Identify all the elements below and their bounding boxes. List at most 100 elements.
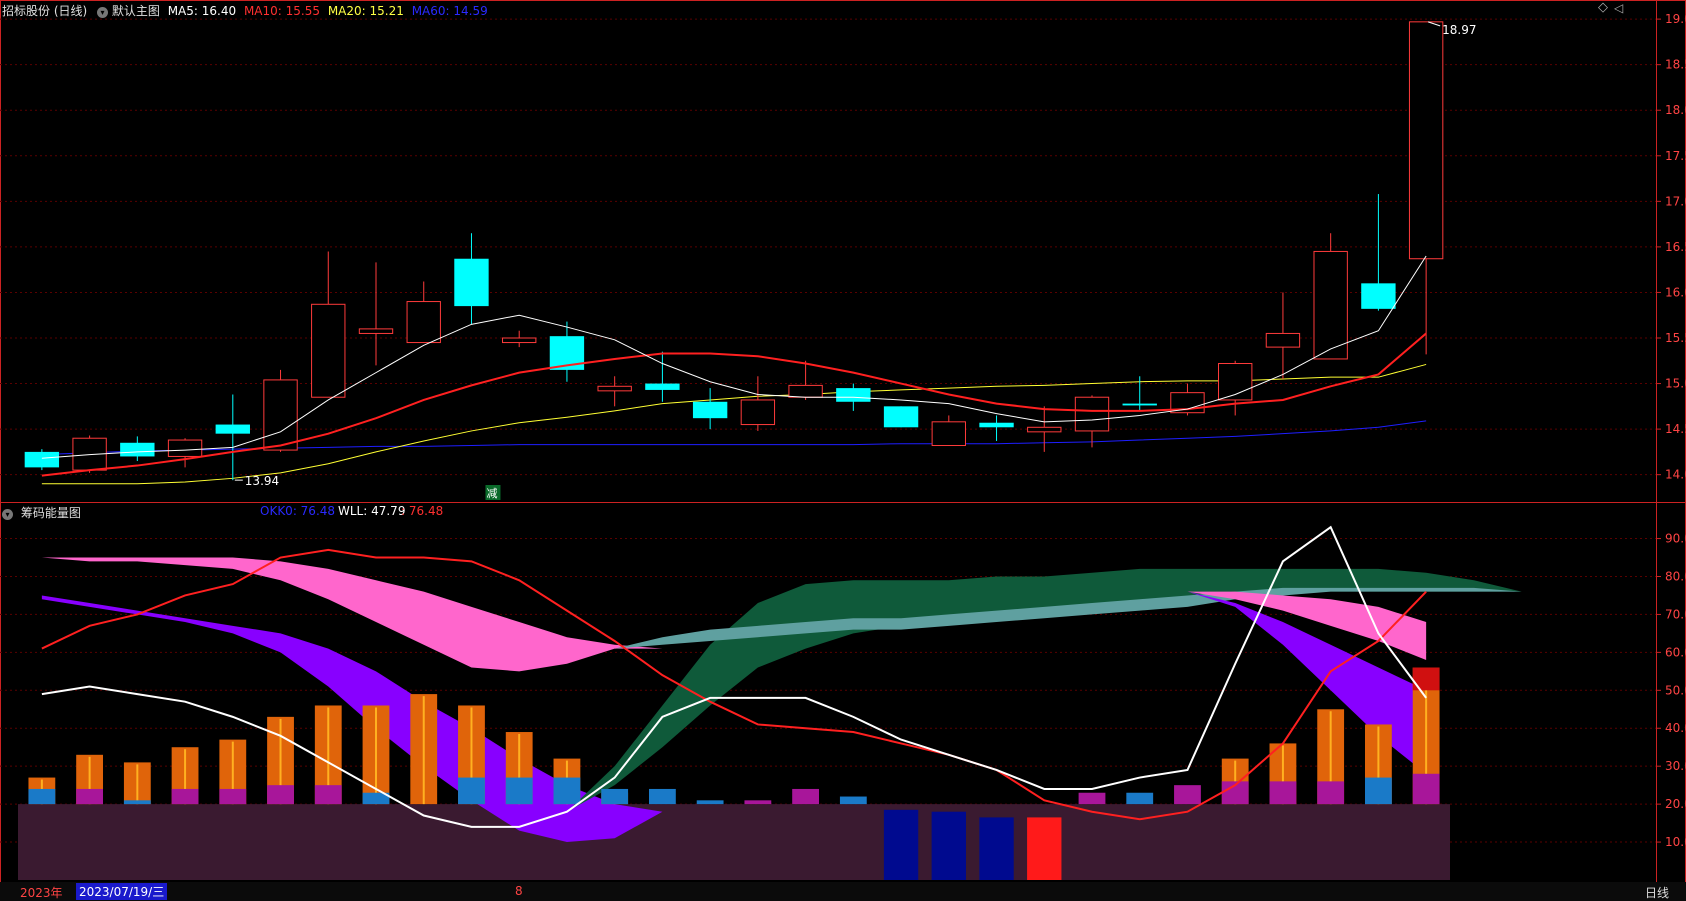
ma5-label: MA5: 16.40: [167, 4, 237, 18]
energy-bar-magenta: [314, 785, 342, 805]
candle-body: [1122, 403, 1157, 406]
energy-bar-magenta: [1412, 773, 1440, 805]
price-tick-label: 14.00: [1665, 468, 1686, 482]
indicator-tick-label: 10.00: [1665, 835, 1686, 849]
base-band: [18, 804, 1450, 880]
ma60-label: MA60: 14.59: [411, 4, 488, 18]
energy-bar-blue: [696, 800, 724, 805]
stock-chart[interactable]: 19.00 18.50 18.00 17.50 17.00 16.50 16.00 15.50…: [0, 0, 1686, 901]
energy-bar-blue: [1126, 792, 1154, 805]
indicator-tick-label: 30.00: [1665, 759, 1686, 773]
price-tick-label: 17.00: [1665, 194, 1686, 208]
candle-body: [1265, 332, 1301, 348]
energy-bar-blue: [648, 788, 676, 805]
energy-bar-deep: [931, 811, 966, 880]
indicator-tick-label: 20.00: [1665, 797, 1686, 811]
candle-body: [1074, 396, 1110, 432]
time-axis[interactable]: 2023年 2023/07/19/三 8 日线: [0, 882, 1686, 901]
candle-body: [1408, 21, 1444, 260]
wll-label: WLL: 47.79: [338, 504, 406, 518]
energy-bar-deep: [979, 817, 1014, 880]
chevron-down-icon[interactable]: ▾: [2, 509, 13, 520]
energy-bar-blue: [123, 800, 151, 805]
candle-body: [311, 303, 346, 398]
energy-bar-magenta: [1174, 785, 1201, 805]
energy-bar-blue: [28, 788, 56, 805]
price-tick-label: 14.50: [1665, 422, 1686, 436]
candle-body: [502, 337, 537, 344]
candle-body: [1027, 426, 1062, 433]
indicator-tick-label: 80.00: [1665, 569, 1686, 583]
candle-body: [931, 421, 966, 447]
energy-bar-deep: [883, 809, 919, 880]
price-tick-label: 16.50: [1665, 240, 1686, 254]
year-label: 2023年: [20, 886, 63, 900]
candle-body: [597, 385, 632, 392]
low-price-label: 13.94: [245, 474, 279, 488]
diamond-icon[interactable]: ◇: [1598, 0, 1608, 15]
candle-body: [979, 422, 1014, 428]
candle-body: [454, 258, 489, 307]
sub-header-bar: ▾ 筹码能量图 OKK0: 76.48 WLL: 47.79 : 76.48: [2, 504, 443, 521]
energy-bar-blue: [505, 777, 533, 805]
period-label[interactable]: 日线: [1645, 884, 1669, 901]
candle-body: [836, 388, 871, 402]
price-tick-label: 17.50: [1665, 149, 1686, 163]
candle-body: [263, 379, 298, 451]
candle-body: [1313, 250, 1348, 360]
energy-bar-blue: [1364, 777, 1392, 805]
value-label: : 76.48: [401, 504, 444, 518]
candle-body: [120, 442, 155, 457]
indicator-tick-label: 60.00: [1665, 645, 1686, 659]
ma10-line: [41, 332, 1427, 477]
energy-bar-magenta: [792, 788, 820, 805]
candle-body: [645, 383, 680, 390]
candle-body: [215, 424, 250, 434]
reduce-flag: 减: [486, 487, 497, 500]
candle-body: [167, 439, 203, 457]
price-tick-label: 18.50: [1665, 58, 1686, 72]
candle-body: [740, 399, 776, 426]
candle-body: [692, 401, 728, 419]
energy-bar-magenta: [171, 788, 199, 805]
price-tick-label: 15.00: [1665, 377, 1686, 391]
ma20-label: MA20: 15.21: [327, 4, 404, 18]
energy-bar-magenta: [219, 788, 247, 805]
ma10-label: MA10: 15.55: [243, 4, 320, 18]
collapse-icon[interactable]: ◁: [1614, 1, 1623, 15]
energy-bar-blue: [839, 796, 867, 805]
energy-bar-magenta: [1078, 792, 1106, 805]
candle-body: [1361, 283, 1396, 309]
stock-title[interactable]: 招标股份 (日线): [2, 4, 87, 18]
indicator-tick-label: 70.00: [1665, 607, 1686, 621]
candle-body: [406, 301, 441, 344]
month-label: 8: [515, 884, 523, 898]
candle-body: [883, 406, 919, 428]
price-tick-label: 15.50: [1665, 331, 1686, 345]
indicator-tick-label: 40.00: [1665, 721, 1686, 735]
price-tick-label: 16.00: [1665, 285, 1686, 299]
energy-bar-deep: [1027, 817, 1062, 880]
energy-bar-magenta: [1269, 781, 1297, 805]
indicator-tick-label: 90.00: [1665, 532, 1686, 546]
energy-bar-blue: [458, 777, 485, 805]
indicator-tick-label: 50.00: [1665, 683, 1686, 697]
energy-bar-magenta: [267, 785, 294, 805]
candle-body: [358, 328, 394, 334]
main-chart-selector[interactable]: 默认主图: [112, 4, 160, 18]
energy-bar-magenta: [1317, 781, 1345, 805]
energy-bar-magenta: [76, 788, 104, 805]
date-cursor-label: 2023/07/19/三: [76, 883, 168, 900]
high-price-label: 18.97: [1442, 23, 1476, 37]
energy-bar-magenta: [744, 800, 772, 805]
chevron-down-icon[interactable]: ▾: [97, 7, 109, 18]
okk-label: OKK0: 76.48: [260, 504, 336, 518]
indicator-title[interactable]: 筹码能量图: [21, 506, 81, 520]
price-tick-label: 18.00: [1665, 103, 1686, 117]
energy-bar-blue: [553, 777, 581, 805]
candle-body: [24, 451, 60, 468]
header-bar: 招标股份 (日线) ▾ 默认主图 MA5: 16.40 MA10: 15.55 …: [2, 2, 488, 19]
candle-body: [788, 384, 823, 398]
price-tick-label: 19.00: [1665, 12, 1686, 26]
energy-bar-blue: [601, 788, 629, 805]
